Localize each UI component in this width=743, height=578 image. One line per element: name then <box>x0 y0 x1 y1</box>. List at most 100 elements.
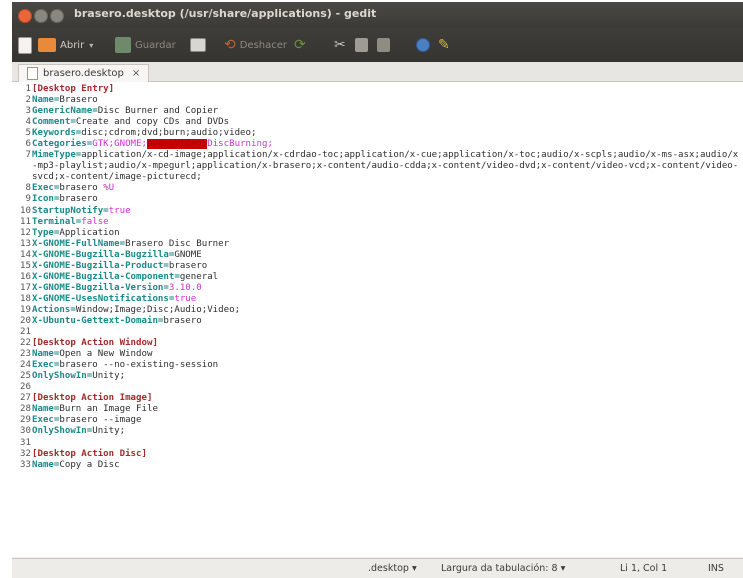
key-token: X-Ubuntu-Gettext-Domain= <box>32 315 164 326</box>
line-text: OnlyShowIn=Unity; <box>32 426 740 437</box>
key-token: StartupNotify= <box>32 205 109 216</box>
value-token: brasero <box>168 260 208 271</box>
line-number: 30 <box>20 426 31 437</box>
maximize-window-icon[interactable] <box>50 9 64 23</box>
code-line: 25 OnlyShowIn=Unity; <box>18 371 740 382</box>
line-text: Categories=GTK;GNOME;AudioVideo;DiscBurn… <box>32 139 740 150</box>
language-selector[interactable]: .desktop ▾ <box>368 563 417 574</box>
minimize-window-icon[interactable] <box>34 9 48 23</box>
code-line: 32 [Desktop Action Disc] <box>18 449 740 460</box>
line-number: 26 <box>20 382 31 393</box>
key-token: MimeType= <box>32 150 82 161</box>
line-number: 18 <box>20 293 31 304</box>
key-token: X-GNOME-Bugzilla-Component= <box>32 271 180 282</box>
replace-button[interactable]: ✎ <box>438 36 450 54</box>
value-token: brasero --no-existing-session <box>59 360 219 371</box>
chevron-down-icon[interactable]: ▾ <box>89 41 93 50</box>
cut-button[interactable]: ✂ <box>334 36 346 54</box>
line-number: 28 <box>20 404 31 415</box>
key-token: X-GNOME-FullName= <box>32 238 126 249</box>
close-tab-icon[interactable]: × <box>132 68 140 79</box>
value-token: general <box>179 271 219 282</box>
code-line: 23 Name=Open a New Window <box>18 349 740 360</box>
save-button[interactable]: Guardar <box>115 36 176 54</box>
line-text: Name=Brasero <box>32 95 740 106</box>
undo-button[interactable]: ⟲ Deshacer <box>224 36 287 54</box>
code-line: 13 X-GNOME-FullName=Brasero Disc Burner <box>18 239 740 250</box>
line-number: 9 <box>25 194 31 205</box>
line-text: Exec=brasero --image <box>32 415 740 426</box>
value-token: Unity; <box>92 371 126 382</box>
line-text: [Desktop Action Image] <box>32 393 740 404</box>
value-token: disc;cdrom;dvd;burn;audio;video; <box>81 128 257 139</box>
line-text: [Desktop Entry] <box>32 84 740 95</box>
value-token: 3.10.0 <box>168 282 202 293</box>
line-text: OnlyShowIn=Unity; <box>32 371 740 382</box>
value-token: Copy a Disc <box>59 459 120 470</box>
code-line: 14 X-GNOME-Bugzilla-Bugzilla=GNOME <box>18 250 740 261</box>
open-label: Abrir <box>60 39 85 51</box>
line-number: 32 <box>20 448 31 459</box>
close-window-icon[interactable] <box>18 9 32 23</box>
status-bar: .desktop ▾ Largura da tabulación: 8 ▾ Li… <box>12 558 743 578</box>
key-token: Exec= <box>32 360 60 371</box>
code-line: 6 Categories=GTK;GNOME;AudioVideo;DiscBur… <box>18 139 740 150</box>
value-token: Unity; <box>92 426 126 437</box>
line-text <box>32 382 740 393</box>
insert-mode: INS <box>708 563 724 574</box>
title-bar[interactable]: brasero.desktop (/usr/share/applications… <box>12 2 743 28</box>
line-text: Type=Application <box>32 228 740 239</box>
search-icon <box>416 38 430 52</box>
line-text: X-GNOME-Bugzilla-Bugzilla=GNOME <box>32 250 740 261</box>
key-token: X-GNOME-Bugzilla-Bugzilla= <box>32 249 175 260</box>
cut-icon: ✂ <box>334 37 346 53</box>
code-line: 21 <box>18 327 740 338</box>
line-number: 15 <box>20 260 31 271</box>
line-text: Comment=Create and copy CDs and DVDs <box>32 117 740 128</box>
code-line: 27 [Desktop Action Image] <box>18 393 740 404</box>
code-line: 10 StartupNotify=true <box>18 206 740 217</box>
redo-button[interactable]: ⟳ <box>294 36 306 54</box>
line-number: 12 <box>20 227 31 238</box>
code-line: 16 X-GNOME-Bugzilla-Component=general <box>18 272 740 283</box>
code-line: 33 Name=Copy a Disc <box>18 460 740 471</box>
line-number: 6 <box>25 139 31 150</box>
line-text: Name=Burn an Image File <box>32 404 740 415</box>
print-icon <box>190 38 206 52</box>
line-number: 5 <box>25 128 31 139</box>
paste-button[interactable] <box>377 36 390 54</box>
copy-button[interactable] <box>355 36 368 54</box>
code-line: 3 GenericName=Disc Burner and Copier <box>18 106 740 117</box>
window-title: brasero.desktop (/usr/share/applications… <box>74 7 377 20</box>
save-icon <box>115 37 131 53</box>
line-text: X-Ubuntu-Gettext-Domain=brasero <box>32 316 740 327</box>
code-line: 20 X-Ubuntu-Gettext-Domain=brasero <box>18 316 740 327</box>
copy-icon <box>355 38 368 52</box>
open-folder-icon <box>38 38 56 52</box>
line-number: 4 <box>25 117 31 128</box>
section-token: [Desktop Action Image] <box>32 393 153 404</box>
search-button[interactable] <box>416 36 430 54</box>
tab-width-selector[interactable]: Largura da tabulación: 8 ▾ <box>441 563 565 574</box>
line-text: Exec=brasero --no-existing-session <box>32 360 740 371</box>
key-token: Comment= <box>32 117 76 128</box>
code-line: 2 Name=Brasero <box>18 95 740 106</box>
new-document-button[interactable] <box>18 36 32 54</box>
line-text <box>32 438 740 449</box>
line-text: GenericName=Disc Burner and Copier <box>32 106 740 117</box>
value-token: Window;Image;Disc;Audio;Video; <box>75 304 241 315</box>
undo-icon: ⟲ <box>224 37 236 53</box>
key-token: Terminal= <box>32 216 82 227</box>
code-line: 12 Type=Application <box>18 228 740 239</box>
save-label: Guardar <box>135 39 176 51</box>
line-number: 7 <box>25 150 31 161</box>
code-line: 15 X-GNOME-Bugzilla-Product=brasero <box>18 261 740 272</box>
text-editor[interactable]: 1 [Desktop Entry] 2 Name=Brasero 3 GenericNam… <box>12 82 743 557</box>
key-token: Actions= <box>32 304 76 315</box>
open-button[interactable]: Abrir ▾ <box>38 36 93 54</box>
print-button[interactable] <box>190 36 206 54</box>
key-token: Name= <box>32 459 60 470</box>
tab-brasero-desktop[interactable]: brasero.desktop × <box>18 64 150 82</box>
key-token: Exec= <box>32 183 60 194</box>
key-token: OnlyShowIn= <box>32 426 93 437</box>
